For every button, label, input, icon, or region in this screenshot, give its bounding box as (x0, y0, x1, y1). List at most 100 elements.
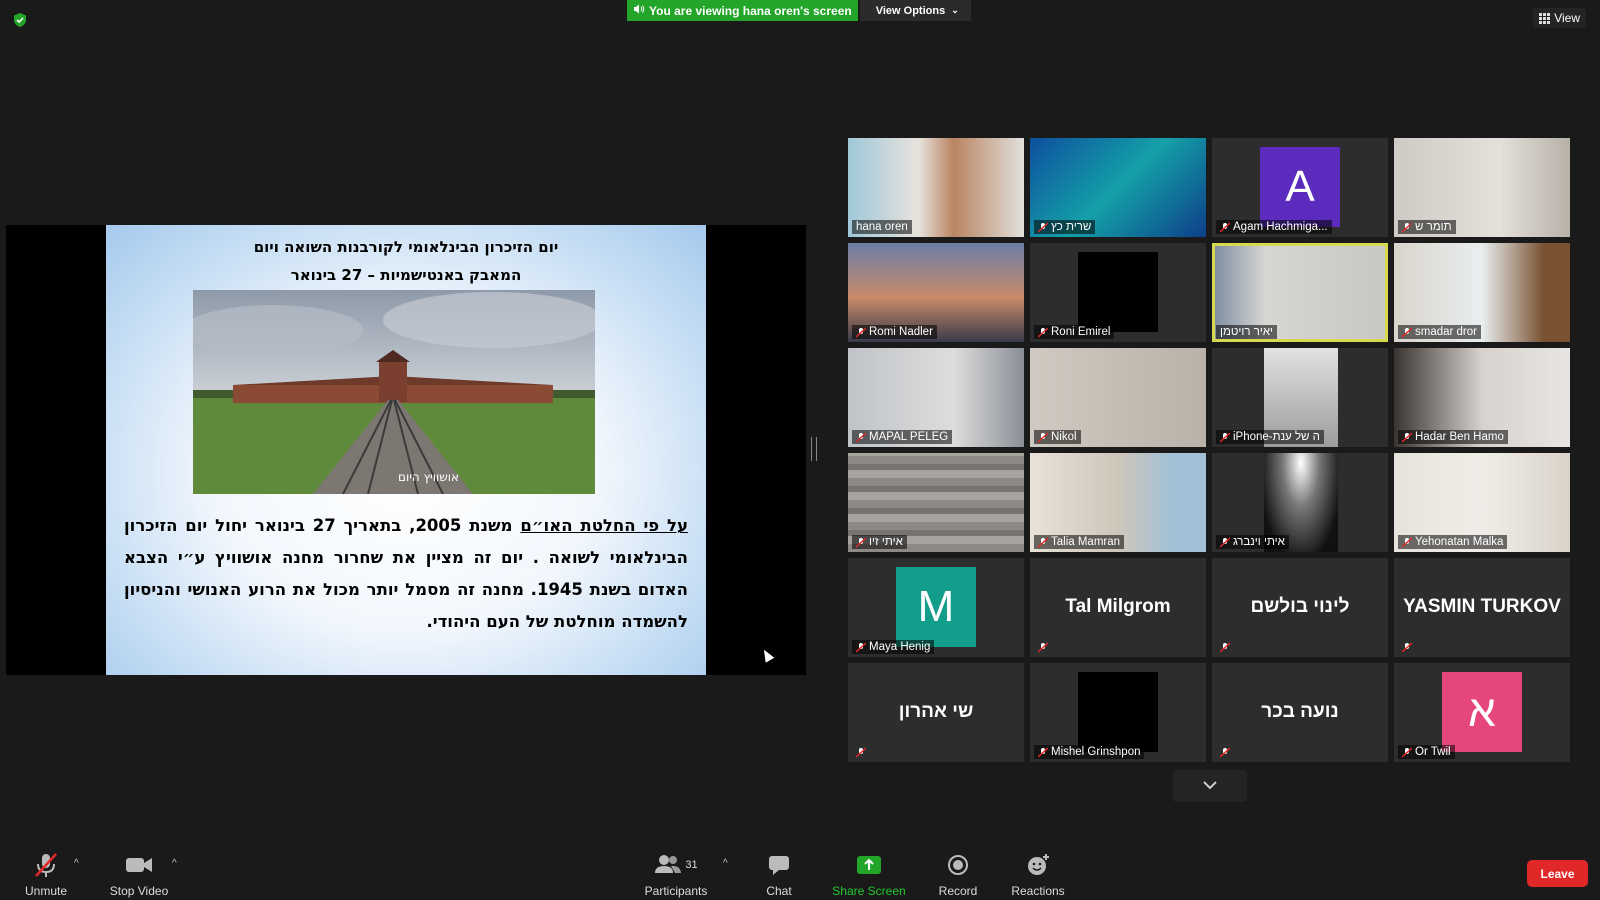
participant-tile[interactable]: איתי וינברג (1212, 453, 1388, 552)
slide-title-line1: יום הזיכרון הבינלאומי לקורבנות השואה ויו… (253, 238, 559, 256)
shared-screen[interactable]: יום הזיכרון הבינלאומי לקורבנות השואה ויו… (6, 225, 806, 675)
reactions-icon (1010, 852, 1066, 878)
participants-options-caret-icon[interactable]: ^ (723, 858, 728, 869)
panel-splitter-handle[interactable] (811, 437, 817, 461)
participant-tile[interactable]: M Maya Henig (848, 558, 1024, 657)
chat-label: Chat (766, 884, 792, 898)
share-screen-label: Share Screen (832, 884, 906, 898)
participant-name: Hadar Ben Hamo (1415, 431, 1504, 443)
leave-button[interactable]: Leave (1527, 860, 1588, 887)
mic-muted-icon (1401, 746, 1413, 758)
participant-name: smadar dror (1415, 326, 1477, 338)
participant-tile[interactable]: Roni Emirel (1030, 243, 1206, 342)
participant-tile[interactable]: Mishel Grinshpon (1030, 663, 1206, 762)
participant-name-tag (852, 746, 870, 759)
participant-tile[interactable]: Yehonatan Malka (1394, 453, 1570, 552)
participant-tile[interactable]: Talia Mamran (1030, 453, 1206, 552)
participant-tile[interactable]: Tal Milgrom (1030, 558, 1206, 657)
unmute-button[interactable]: Unmute (18, 852, 74, 898)
participant-name: MAPAL PELEG (869, 431, 949, 443)
video-options-caret-icon[interactable]: ^ (172, 858, 177, 869)
participant-name: יאיר רויטמן (1220, 326, 1274, 338)
participant-tile[interactable]: smadar dror (1394, 243, 1570, 342)
mic-muted-icon (1219, 221, 1231, 233)
reactions-button[interactable]: Reactions (1010, 852, 1066, 898)
video-off-placeholder (1078, 252, 1158, 332)
participant-tile[interactable]: YASMIN TURKOV (1394, 558, 1570, 657)
viewing-text: You are viewing hana oren's screen (649, 3, 852, 18)
participant-name: תומר ש (1415, 221, 1452, 233)
view-layout-button[interactable]: View (1533, 8, 1586, 28)
avatar: A (1260, 147, 1340, 227)
participant-name-tag (1398, 641, 1416, 654)
record-button[interactable]: Record (932, 852, 984, 898)
mic-muted-icon (1219, 747, 1231, 758)
photo-caption: אושוויץ היום (398, 470, 460, 484)
participant-tile-active-speaker[interactable]: יאיר רויטמן (1212, 243, 1388, 342)
mic-muted-icon (855, 747, 867, 758)
participant-tile[interactable]: hana oren (848, 138, 1024, 237)
video-off-placeholder (1078, 672, 1158, 752)
participant-name-tag: יאיר רויטמן (1216, 325, 1278, 339)
share-screen-button[interactable]: Share Screen (826, 852, 912, 898)
participant-name: שרית כץ (1051, 221, 1092, 233)
mic-muted-icon (1401, 326, 1413, 338)
next-page-button[interactable] (1173, 770, 1247, 802)
record-label: Record (938, 884, 978, 898)
participant-tile[interactable]: תומר ש (1394, 138, 1570, 237)
mic-muted-icon (1401, 221, 1413, 233)
participant-name-tag: Talia Mamran (1034, 535, 1125, 549)
share-screen-icon (826, 852, 912, 878)
unmute-label: Unmute (24, 884, 68, 898)
participant-tile[interactable]: iPhone-ה של ענת (1212, 348, 1388, 447)
participant-tile[interactable]: Hadar Ben Hamo (1394, 348, 1570, 447)
audio-options-caret-icon[interactable]: ^ (74, 858, 79, 869)
participant-name: Maya Henig (869, 641, 931, 653)
slide-body-underlined: על פי החלטת האו״ם (520, 516, 688, 535)
reactions-label: Reactions (1011, 884, 1065, 898)
participants-icon-wrap: 31 (640, 852, 712, 878)
participant-tile[interactable]: איתי זיו (848, 453, 1024, 552)
participant-tile[interactable]: שרית כץ (1030, 138, 1206, 237)
participant-name-tag: שרית כץ (1034, 220, 1096, 234)
participant-tile[interactable]: נועה בכר (1212, 663, 1388, 762)
participant-tile[interactable]: שי אהרון (848, 663, 1024, 762)
mic-muted-icon (1037, 221, 1049, 233)
mouse-cursor-icon (759, 647, 775, 663)
record-icon (932, 852, 984, 878)
mic-muted-icon (1219, 431, 1231, 443)
encryption-shield-icon[interactable] (12, 12, 28, 28)
viewing-banner: You are viewing hana oren's screen (627, 0, 858, 21)
participant-name-tag: Roni Emirel (1034, 325, 1115, 339)
participant-name-tag (1216, 746, 1234, 759)
participant-tile[interactable]: MAPAL PELEG (848, 348, 1024, 447)
participant-name: Mishel Grinshpon (1051, 746, 1141, 758)
participants-button[interactable]: 31 Participants (640, 852, 712, 898)
mic-muted-icon (855, 326, 867, 338)
participant-name-tag: Nikol (1034, 430, 1081, 444)
participant-name-tag: Or Twil (1398, 745, 1455, 759)
chevron-down-icon: ⌄ (951, 5, 959, 15)
chat-button[interactable]: Chat (757, 852, 801, 898)
participant-name-tag: תומר ש (1398, 220, 1456, 234)
chevron-down-icon (1202, 777, 1218, 795)
participant-tile[interactable]: A Agam Hachmiga... (1212, 138, 1388, 237)
mic-muted-icon (855, 536, 867, 548)
participant-name: איתי זיו (869, 536, 903, 548)
participant-tile[interactable]: Nikol (1030, 348, 1206, 447)
view-options-button[interactable]: View Options ⌄ (859, 0, 971, 21)
participant-name-tag: hana oren (852, 220, 912, 234)
participant-tile[interactable]: א Or Twil (1394, 663, 1570, 762)
participant-name-tag: Agam Hachmiga... (1216, 220, 1332, 234)
participants-icon (654, 854, 682, 877)
participant-display-name: שי אהרון (898, 701, 974, 722)
participant-name-tag: Mishel Grinshpon (1034, 745, 1145, 759)
stop-video-button[interactable]: Stop Video (103, 852, 175, 898)
participant-tile[interactable]: Romi Nadler (848, 243, 1024, 342)
mic-muted-icon (18, 852, 74, 878)
mic-muted-icon (855, 641, 867, 653)
participant-tile[interactable]: לינוי בולשם (1212, 558, 1388, 657)
slide-body: על פי החלטת האו״ם משנת 2005, בתאריך 27 ב… (124, 510, 688, 638)
participant-name-tag: iPhone-ה של ענת (1216, 430, 1324, 444)
participant-name: Roni Emirel (1051, 326, 1111, 338)
